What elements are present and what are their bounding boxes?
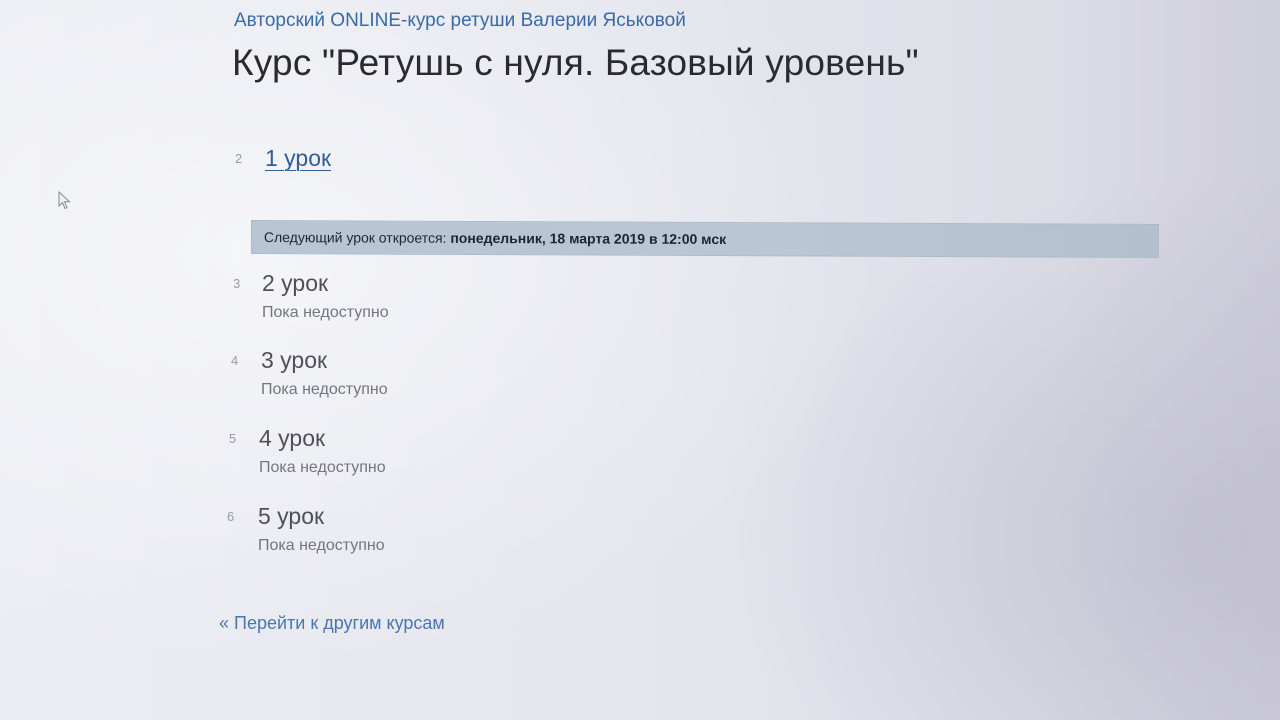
back-to-courses-link[interactable]: « Перейти к другим курсам: [219, 613, 445, 634]
lesson-status-2: Пока недоступно: [262, 304, 389, 321]
lesson-number: 2: [235, 151, 243, 166]
screen-shade: [1060, 0, 1280, 720]
lesson-link-1[interactable]: 1 урок: [265, 145, 331, 172]
lesson-title-2: 2 урок: [262, 270, 329, 296]
page-title: Курс "Ретушь с нуля. Базовый уровень": [232, 42, 919, 83]
next-lesson-label: Следующий урок откроется:: [263, 229, 447, 246]
lesson-title-4: 4 урок: [259, 425, 326, 451]
lesson-number: 4: [231, 353, 239, 368]
lesson-number: 5: [229, 431, 237, 446]
next-lesson-datetime: понедельник, 18 марта 2019 в 12:00 мск: [450, 229, 727, 248]
mouse-pointer-icon: [58, 191, 71, 210]
lesson-number: 3: [233, 276, 241, 291]
lesson-status-5: Пока недоступно: [258, 537, 385, 554]
lesson-status-4: Пока недоступно: [259, 459, 386, 476]
lesson-title-5: 5 урок: [258, 503, 325, 529]
next-lesson-banner: Следующий урок откроется: понедельник, 1…: [250, 220, 1159, 258]
lesson-number: 6: [227, 509, 235, 524]
lesson-status-3: Пока недоступно: [261, 381, 388, 398]
next-lesson-text: Следующий урок откроется: понедельник, 1…: [264, 229, 726, 247]
lesson-title-3: 3 урок: [261, 347, 328, 373]
course-author-link[interactable]: Авторский ONLINE-курс ретуши Валерии Ясь…: [234, 10, 686, 32]
